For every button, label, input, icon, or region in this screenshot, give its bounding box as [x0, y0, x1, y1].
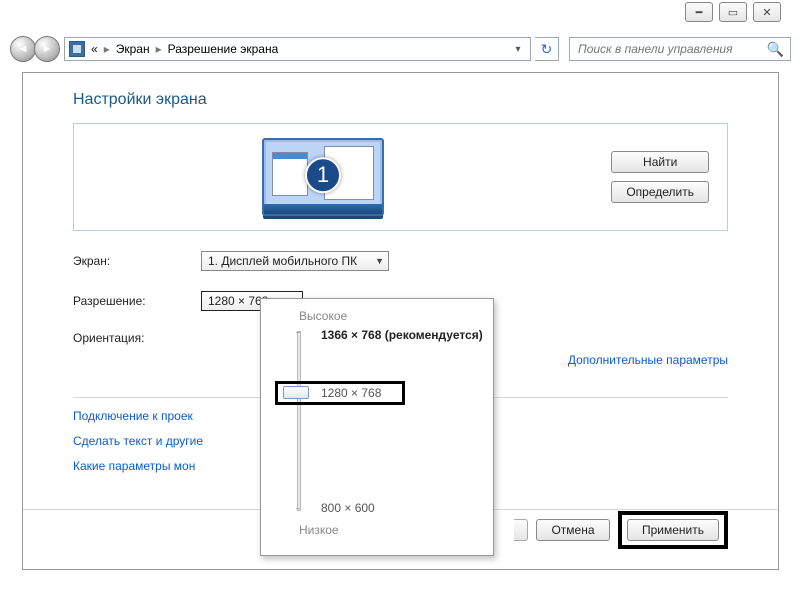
orientation-label: Ориентация:: [73, 331, 201, 345]
address-bar[interactable]: « ▸ Экран ▸ Разрешение экрана ▾: [64, 37, 531, 61]
close-button[interactable]: ✕: [753, 2, 781, 22]
refresh-button[interactable]: ↻: [535, 37, 559, 61]
resolution-option-recommended[interactable]: 1366 × 768 (рекомендуется): [321, 328, 483, 342]
search-icon[interactable]: 🔍: [767, 41, 784, 58]
apply-highlight: Применить: [618, 511, 728, 549]
display-preview-area: 1 Найти Определить: [73, 123, 728, 231]
screen-combo[interactable]: 1. Дисплей мобильного ПК ▼: [201, 251, 389, 271]
cancel-button[interactable]: Отмена: [536, 519, 610, 541]
slider-track[interactable]: [297, 331, 301, 511]
chevron-right-icon: ▸: [104, 42, 110, 56]
address-dropdown-icon[interactable]: ▾: [510, 44, 526, 55]
resolution-option-800[interactable]: 800 × 600: [321, 501, 375, 515]
resolution-option-1280[interactable]: 1280 × 768: [321, 386, 381, 400]
breadcrumb-seg1[interactable]: Экран: [116, 42, 150, 56]
chevron-down-icon: ▼: [367, 256, 384, 266]
monitor-preview-1[interactable]: 1: [262, 138, 384, 216]
window-caption-buttons: ━ ▭ ✕: [685, 2, 781, 22]
advanced-settings-link[interactable]: Дополнительные параметры: [568, 353, 728, 367]
search-input[interactable]: [576, 41, 767, 57]
nav-forward-button[interactable]: ►: [34, 36, 60, 62]
nav-back-button[interactable]: ◄: [10, 36, 36, 62]
minimize-button[interactable]: ━: [685, 2, 713, 22]
resolution-label: Разрешение:: [73, 294, 201, 308]
ok-button-edge: [514, 519, 528, 541]
screen-label: Экран:: [73, 254, 201, 268]
monitor-number: 1: [305, 157, 341, 193]
page-title: Настройки экрана: [73, 91, 728, 109]
breadcrumb-ellipsis: «: [91, 42, 98, 56]
detect-button[interactable]: Найти: [611, 151, 709, 173]
identify-button[interactable]: Определить: [611, 181, 709, 203]
maximize-button[interactable]: ▭: [719, 2, 747, 22]
slider-thumb[interactable]: [283, 386, 309, 399]
breadcrumb-seg2[interactable]: Разрешение экрана: [168, 42, 279, 56]
low-label: Низкое: [299, 523, 479, 537]
resolution-popup: Высокое 1366 × 768 (рекомендуется) 1280 …: [260, 298, 494, 556]
chevron-right-icon: ▸: [156, 42, 162, 56]
control-panel-icon: [69, 41, 85, 57]
high-label: Высокое: [299, 309, 479, 323]
search-box[interactable]: 🔍: [569, 37, 791, 61]
apply-button[interactable]: Применить: [627, 519, 719, 541]
